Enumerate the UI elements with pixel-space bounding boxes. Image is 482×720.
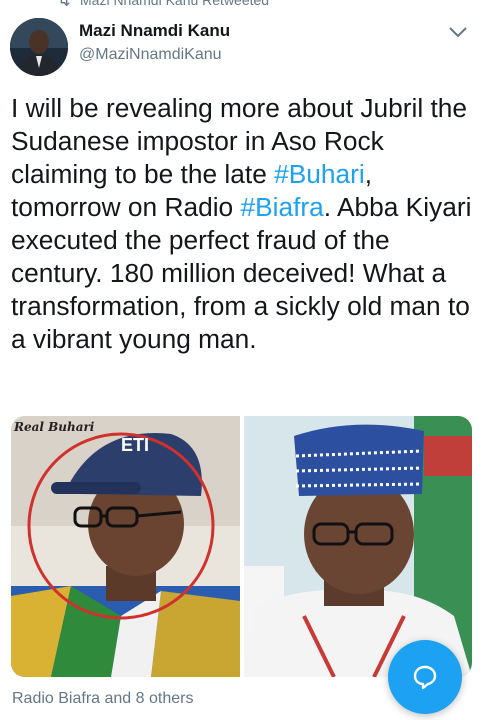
retweet-label: Mazi Nnamdi Kanu Retweeted [80, 0, 270, 8]
author-handle[interactable]: @MaziNnamdiKanu [79, 46, 222, 64]
avatar[interactable] [10, 18, 68, 76]
tweet-text: I will be revealing more about Jubril th… [11, 92, 477, 356]
compose-reply-icon [413, 665, 437, 690]
hashtag-biafra[interactable]: #Biafra [240, 192, 323, 222]
photo-real-buhari[interactable]: ETI Real Buhari [11, 416, 240, 677]
retweet-indicator: Mazi Nnamdi Kanu Retweeted [56, 0, 269, 9]
cap-text: ETI [121, 435, 149, 455]
compose-button[interactable] [388, 640, 462, 714]
tweet-media[interactable]: ETI Real Buhari [11, 416, 472, 677]
author-name[interactable]: Mazi Nnamdi Kanu [79, 21, 230, 41]
photo-buhari-recent[interactable] [244, 416, 472, 677]
hashtag-buhari[interactable]: #Buhari [274, 159, 365, 189]
likes-summary[interactable]: Radio Biafra and 8 others [12, 690, 193, 708]
photo-caption: Real Buhari [14, 420, 95, 434]
tweet-text-part1: I will be revealing more about Jubril th… [11, 93, 468, 189]
retweet-icon [60, 0, 70, 7]
chevron-down-icon[interactable] [448, 24, 468, 40]
